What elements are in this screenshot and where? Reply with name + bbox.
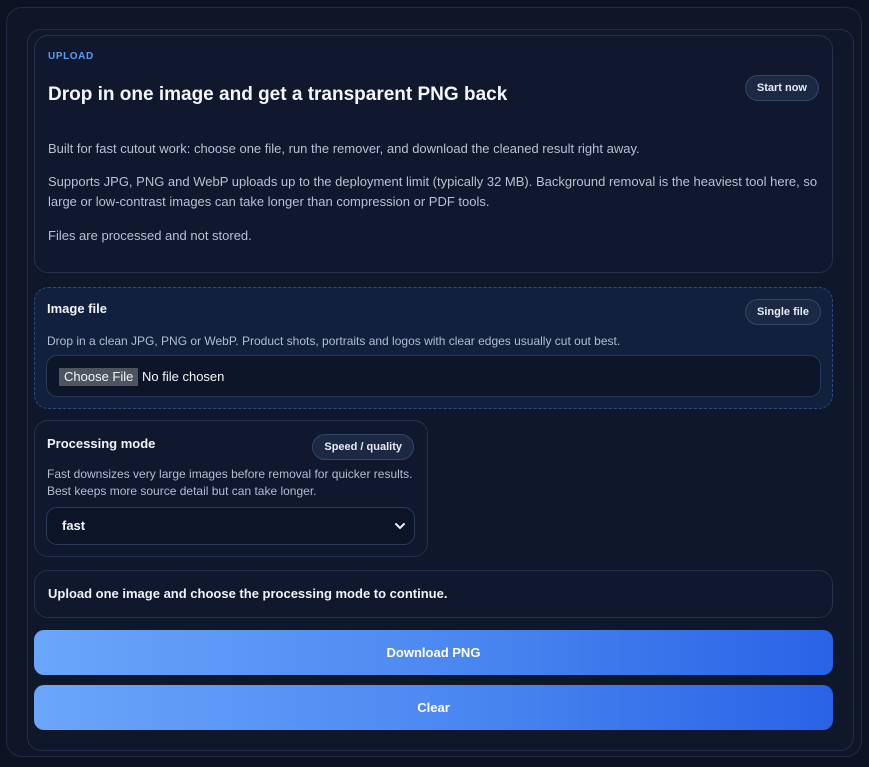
section-eyebrow: UPLOAD [48, 51, 94, 62]
status-card: Upload one image and choose the processi… [34, 570, 833, 618]
processing-mode-title: Processing mode [47, 436, 156, 451]
image-file-description: Drop in a clean JPG, PNG or WebP. Produc… [47, 334, 621, 348]
file-status-text: No file chosen [142, 369, 225, 384]
intro-paragraph: Files are processed and not stored. [48, 228, 252, 243]
status-message: Upload one image and choose the processi… [48, 586, 448, 601]
processing-mode-select[interactable]: fast [46, 507, 415, 545]
clear-button[interactable]: Clear [34, 685, 833, 730]
choose-file-button[interactable]: Choose File [59, 368, 139, 386]
single-file-badge: Single file [745, 299, 821, 325]
processing-mode-description: Fast downsizes very large images before … [47, 467, 413, 498]
processing-mode-card: Processing mode Speed / quality Fast dow… [34, 420, 428, 557]
image-file-title: Image file [47, 301, 107, 316]
chevron-down-icon [395, 523, 405, 529]
selected-mode-value: fast [62, 518, 86, 533]
start-now-button[interactable]: Start now [744, 75, 819, 101]
intro-paragraph: Built for fast cutout work: choose one f… [48, 141, 640, 156]
file-input[interactable]: Choose File No file chosen [46, 355, 821, 397]
speed-quality-badge: Speed / quality [312, 434, 414, 460]
intro-paragraph: Supports JPG, PNG and WebP uploads up to… [48, 174, 818, 209]
image-file-dropzone[interactable]: Image file Single file Drop in a clean J… [34, 287, 833, 409]
download-png-button[interactable]: Download PNG [34, 630, 833, 675]
upload-intro-card: UPLOAD Drop in one image and get a trans… [34, 35, 833, 273]
page-title: Drop in one image and get a transparent … [48, 84, 508, 105]
